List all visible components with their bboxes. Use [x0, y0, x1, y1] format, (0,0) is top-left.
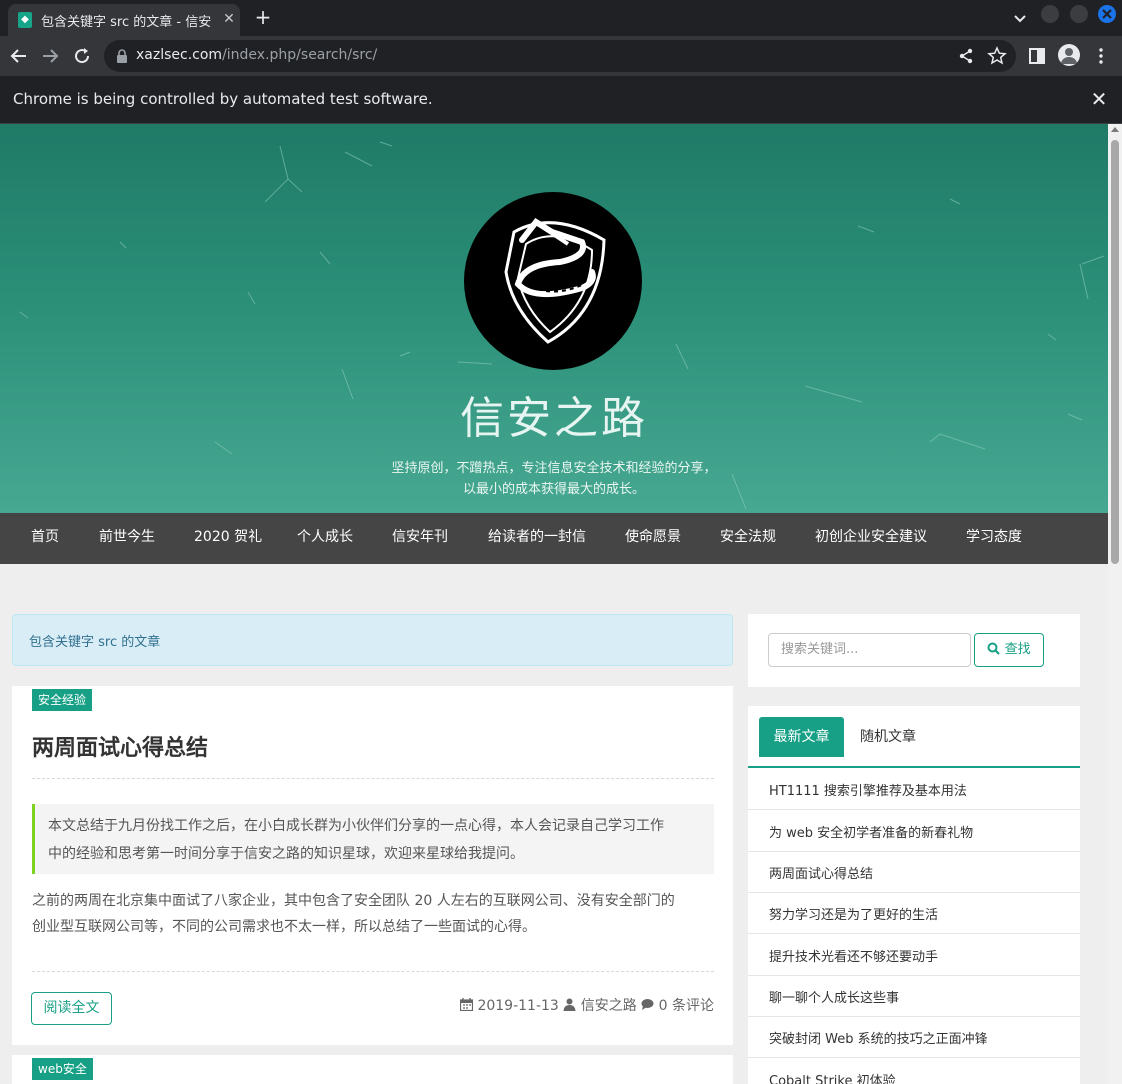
post-comments[interactable]: 0 条评论: [659, 998, 714, 1014]
infobar-message: Chrome is being controlled by automated …: [13, 90, 433, 108]
post-title[interactable]: 两周面试心得总结: [32, 730, 208, 762]
post-date: 2019-11-13: [477, 998, 559, 1014]
browser-toolbar: xazlsec.com/index.php/search/src/: [0, 36, 1122, 76]
lock-icon[interactable]: [115, 49, 129, 63]
search-icon: [987, 642, 1001, 655]
main-navigation: 首页 前世今生 2020 贺礼 个人成长 信安年刊 给读者的一封信 使命愿景 安…: [0, 513, 1108, 564]
window-minimize-button[interactable]: [1041, 5, 1059, 23]
site-title[interactable]: 信安之路: [0, 382, 1108, 446]
search-result-notice-text: 包含关键字 src 的文章: [29, 635, 161, 650]
post-excerpt-line-2: 创业型互联网公司等，不同的公司需求也不太一样，所以总结了一些面试的心得。: [32, 919, 536, 935]
nav-item-2020-gift[interactable]: 2020 贺礼: [194, 513, 262, 564]
list-item-label: Cobalt Strike 初体验: [769, 1074, 896, 1084]
tab-close-icon[interactable]: ✕: [220, 10, 238, 28]
site-description-line-2: 以最小的成本获得最大的成长。: [462, 482, 645, 497]
address-bar[interactable]: xazlsec.com/index.php/search/src/: [104, 40, 1016, 72]
tab-random-articles[interactable]: 随机文章: [860, 717, 916, 757]
post-card: 安全经验 两周面试心得总结 本文总结于九月份找工作之后，在小白成长群为小伙伴们分…: [12, 686, 733, 1045]
site-description: 坚持原创，不蹭热点，专注信息安全技术和经验的分享， 以最小的成本获得最大的成长。: [0, 458, 1108, 500]
category-badge[interactable]: 安全经验: [32, 689, 93, 711]
nav-item-growth[interactable]: 个人成长: [297, 513, 353, 564]
post-meta: 2019-11-13 信安之路 0 条评论: [460, 995, 714, 1015]
window-close-button[interactable]: [1098, 5, 1116, 23]
site-logo[interactable]: [464, 192, 642, 370]
tab-latest-articles[interactable]: 最新文章: [759, 717, 844, 757]
list-item[interactable]: 提升技术光看还不够还要动手: [748, 934, 1080, 976]
post-summary-line-1: 本文总结于九月份找工作之后，在小白成长群为小伙伴们分享的一点心得，本人会记录自己…: [48, 818, 664, 834]
nav-item-home[interactable]: 首页: [31, 513, 59, 564]
tab-search-chevron-icon[interactable]: [1010, 8, 1030, 28]
browser-tabstrip: ◆ 包含关键字 src 的文章 - 信安之路 ✕ +: [0, 0, 1122, 36]
post-card: web安全: [12, 1055, 733, 1084]
share-icon[interactable]: [956, 46, 976, 66]
list-item-label: 为 web 安全初学者准备的新春礼物: [769, 826, 974, 841]
list-item[interactable]: 两周面试心得总结: [748, 851, 1080, 893]
category-badge[interactable]: web安全: [32, 1058, 93, 1080]
list-item[interactable]: 聊一聊个人成长这些事: [748, 975, 1080, 1017]
nav-item-startup-advice[interactable]: 初创企业安全建议: [815, 513, 927, 564]
list-item-label: HT1111 搜索引擎推荐及基本用法: [769, 784, 967, 799]
post-excerpt: 之前的两周在北京集中面试了八家企业，其中包含了安全团队 20 人左右的互联网公司…: [32, 888, 714, 940]
site-header-banner: 信安之路 坚持原创，不蹭热点，专注信息安全技术和经验的分享， 以最小的成本获得最…: [0, 124, 1108, 513]
divider: [32, 971, 714, 972]
post-summary: 本文总结于九月份找工作之后，在小白成长群为小伙伴们分享的一点心得，本人会记录自己…: [32, 804, 714, 874]
search-button[interactable]: 查找: [974, 633, 1044, 667]
post-excerpt-line-1: 之前的两周在北京集中面试了八家企业，其中包含了安全团队 20 人左右的互联网公司…: [32, 893, 675, 909]
new-tab-icon[interactable]: +: [252, 6, 274, 28]
bookmark-star-icon[interactable]: [987, 46, 1007, 66]
search-widget: 搜索关键词... 查找: [748, 614, 1080, 687]
browser-tab[interactable]: ◆ 包含关键字 src 的文章 - 信安之路 ✕: [8, 4, 240, 36]
url-text: xazlsec.com/index.php/search/src/: [136, 47, 377, 63]
nav-item-mission[interactable]: 使命愿景: [625, 513, 681, 564]
forward-arrow-icon[interactable]: [38, 44, 62, 68]
page-viewport: 信安之路 坚持原创，不蹭热点，专注信息安全技术和经验的分享， 以最小的成本获得最…: [0, 124, 1108, 1084]
scroll-up-arrow-icon[interactable]: [1111, 127, 1119, 132]
list-item[interactable]: HT1111 搜索引擎推荐及基本用法: [748, 768, 1080, 810]
automation-infobar: Chrome is being controlled by automated …: [0, 76, 1122, 124]
site-description-line-1: 坚持原创，不蹭热点，专注信息安全技术和经验的分享，: [391, 461, 717, 476]
page-scrollbar[interactable]: [1108, 124, 1122, 1084]
more-menu-icon[interactable]: [1089, 44, 1113, 68]
nav-item-annual[interactable]: 信安年刊: [392, 513, 448, 564]
list-item-label: 努力学习还是为了更好的生活: [769, 908, 939, 923]
read-more-button[interactable]: 阅读全文: [31, 992, 112, 1025]
infobar-close-icon[interactable]: ✕: [1088, 88, 1110, 110]
shield-road-logo-icon: [504, 218, 606, 344]
post-summary-line-2: 中的经验和思考第一时间分享于信安之路的知识星球，欢迎来星球给我提问。: [48, 846, 524, 862]
side-panel-icon[interactable]: [1025, 44, 1049, 68]
search-result-notice: 包含关键字 src 的文章: [12, 614, 733, 666]
back-arrow-icon[interactable]: [7, 44, 31, 68]
url-path: /index.php/search/src/: [222, 47, 378, 63]
nav-item-history[interactable]: 前世今生: [99, 513, 155, 564]
url-host: xazlsec.com: [136, 47, 223, 63]
profile-avatar-icon[interactable]: [1058, 44, 1080, 66]
search-button-label: 查找: [1004, 642, 1031, 657]
nav-item-regulations[interactable]: 安全法规: [720, 513, 776, 564]
list-item[interactable]: 为 web 安全初学者准备的新春礼物: [748, 810, 1080, 852]
tab-title: 包含关键字 src 的文章 - 信安之路: [41, 15, 211, 30]
search-input[interactable]: 搜索关键词...: [768, 633, 971, 667]
divider: [32, 778, 714, 779]
list-item-label: 提升技术光看还不够还要动手: [769, 950, 939, 965]
list-item[interactable]: 努力学习还是为了更好的生活: [748, 892, 1080, 934]
list-item[interactable]: 突破封闭 Web 系统的技巧之正面冲锋: [748, 1016, 1080, 1058]
user-icon: [563, 998, 576, 1011]
list-item[interactable]: Cobalt Strike 初体验: [748, 1058, 1080, 1084]
scrollbar-thumb[interactable]: [1111, 140, 1119, 564]
article-list-widget: 最新文章 随机文章 HT1111 搜索引擎推荐及基本用法 为 web 安全初学者…: [748, 706, 1080, 1084]
list-item-label: 两周面试心得总结: [769, 867, 874, 882]
site-favicon-icon: ◆: [18, 12, 32, 28]
reload-icon[interactable]: [70, 44, 94, 68]
list-item-label: 聊一聊个人成长这些事: [769, 991, 900, 1006]
nav-item-letter[interactable]: 给读者的一封信: [488, 513, 586, 564]
close-icon: [1102, 9, 1112, 19]
calendar-icon: [460, 998, 473, 1011]
comment-icon: [641, 999, 654, 1010]
post-author[interactable]: 信安之路: [581, 998, 637, 1014]
nav-item-attitude[interactable]: 学习态度: [966, 513, 1022, 564]
window-maximize-button[interactable]: [1070, 5, 1088, 23]
list-item-label: 突破封闭 Web 系统的技巧之正面冲锋: [769, 1032, 988, 1047]
